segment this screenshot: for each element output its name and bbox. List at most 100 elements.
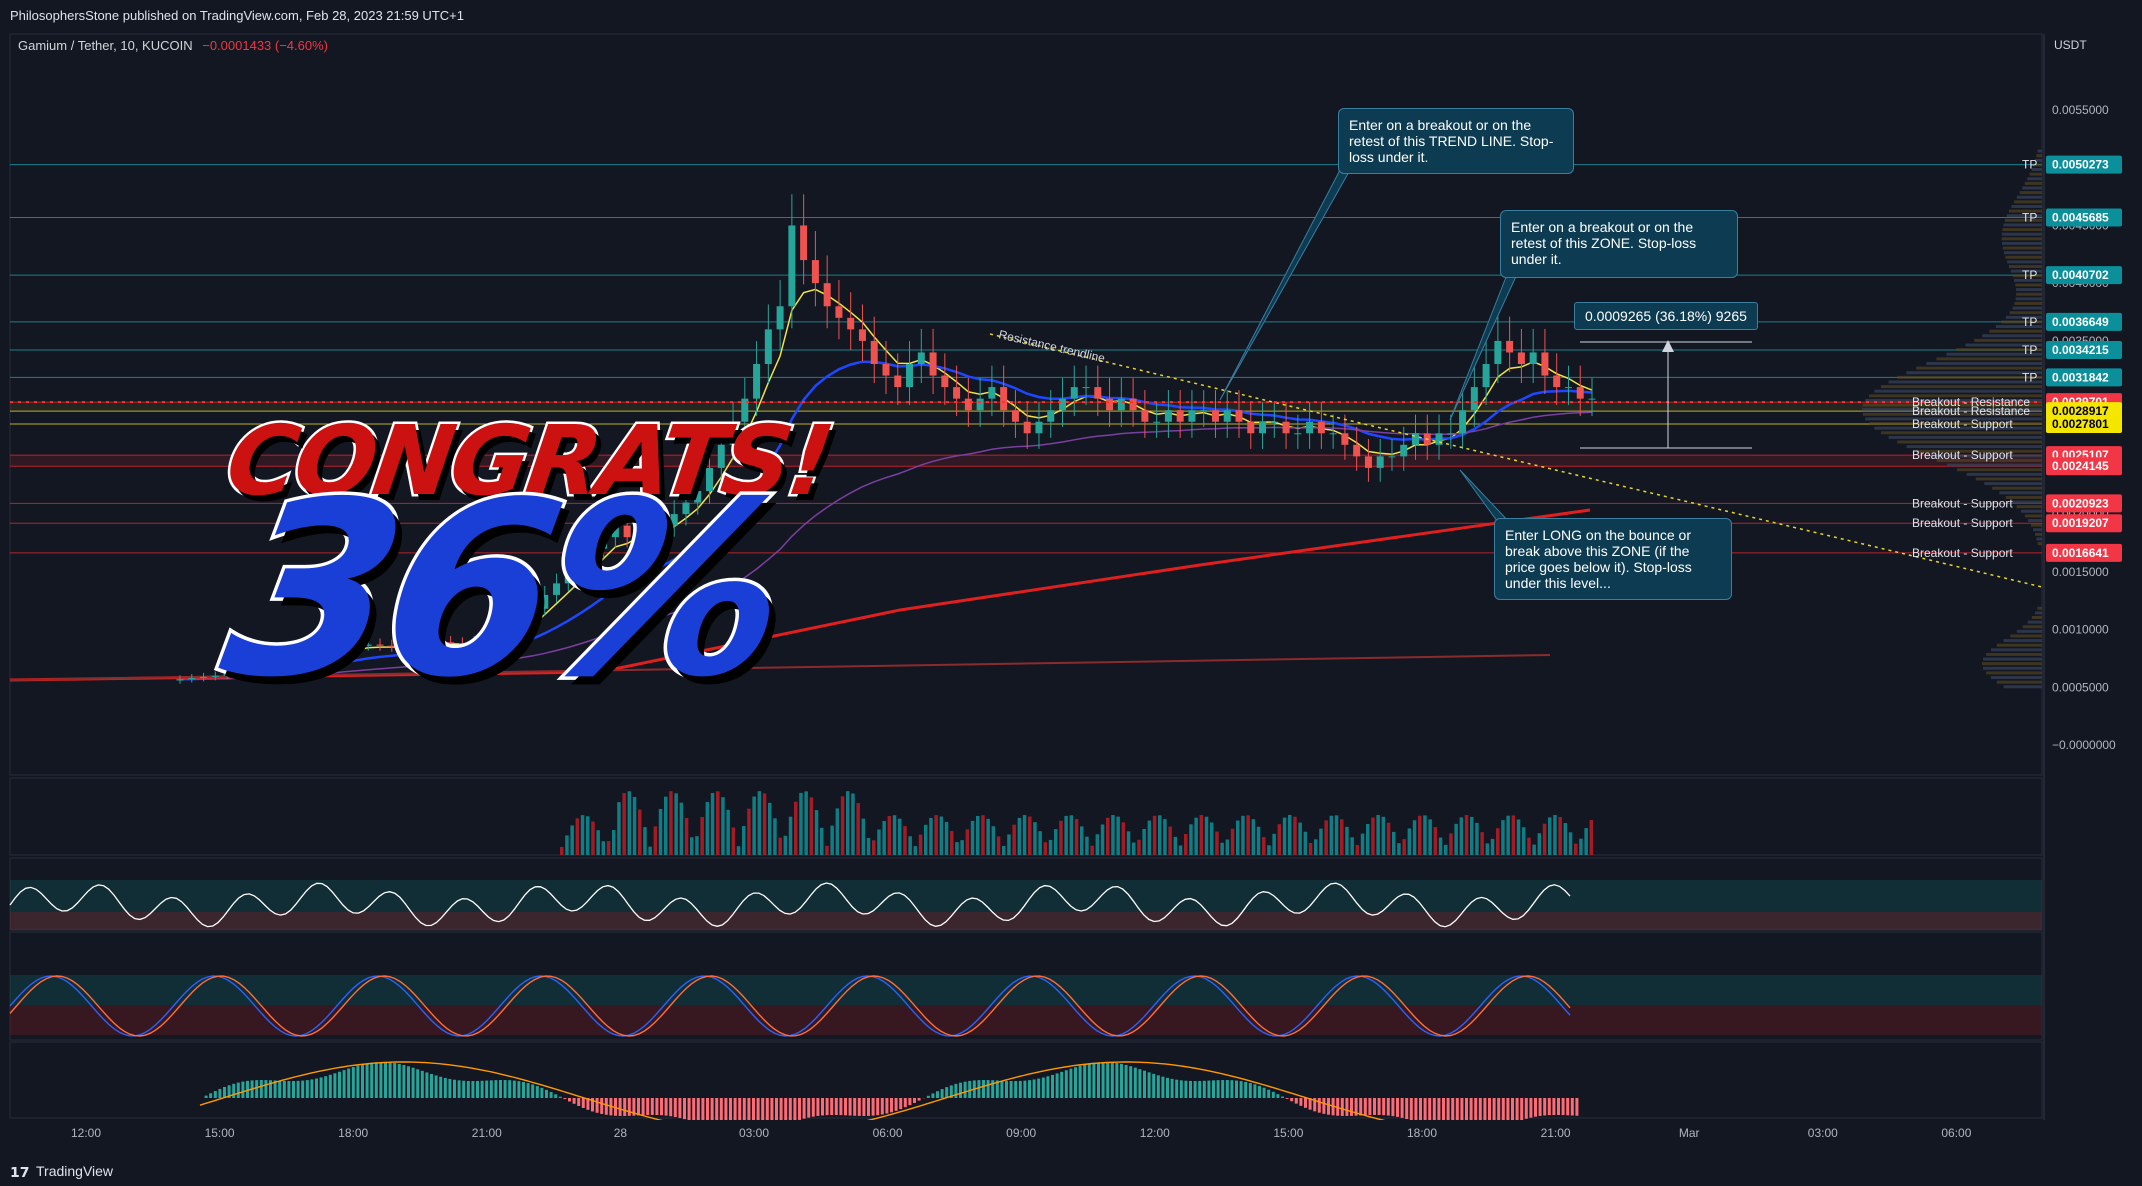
volume-bar <box>1184 834 1188 855</box>
volume-bar <box>580 815 585 855</box>
macd-histogram <box>940 1089 944 1098</box>
volume-bar <box>1132 842 1136 855</box>
macd-histogram <box>986 1080 990 1098</box>
measure-label[interactable]: 0.0009265 (36.18%) 9265 <box>1574 302 1758 330</box>
macd-histogram <box>793 1098 797 1122</box>
candle-body <box>1270 421 1278 423</box>
level-tag: TP <box>2022 370 2037 384</box>
macd-histogram <box>678 1098 682 1118</box>
volume-bar <box>1085 836 1089 855</box>
macd-histogram <box>1414 1098 1418 1122</box>
volume-bar <box>1017 817 1022 855</box>
macd-histogram <box>1055 1073 1059 1098</box>
macd-histogram <box>287 1081 291 1098</box>
volume-bar <box>1568 832 1573 855</box>
macd-histogram <box>1161 1076 1165 1098</box>
macd-histogram <box>1143 1070 1146 1098</box>
candle-body <box>1376 456 1384 468</box>
volume-bar <box>653 826 658 855</box>
profile-bar <box>1888 435 2042 439</box>
macd-histogram <box>411 1067 415 1098</box>
profile-bar <box>2011 204 2042 208</box>
macd-histogram <box>1299 1098 1303 1106</box>
candle-body <box>1023 421 1031 434</box>
profile-bar <box>1996 643 2042 647</box>
volume-bar <box>1267 845 1271 855</box>
macd-histogram <box>388 1062 392 1098</box>
profile-bar <box>2030 523 2042 527</box>
volume-bar <box>960 840 964 855</box>
volume-bar <box>1288 815 1292 855</box>
candle-body <box>858 329 866 341</box>
volume-bar <box>1537 833 1542 855</box>
volume-bar <box>1236 820 1240 855</box>
volume-bar <box>1230 828 1235 855</box>
volume-bar <box>1033 822 1037 855</box>
macd-histogram <box>802 1098 806 1119</box>
macd-histogram <box>365 1063 369 1098</box>
macd-histogram <box>1230 1080 1234 1098</box>
level-tag: TP <box>2022 158 2037 172</box>
volume-bar <box>1126 831 1131 855</box>
profile-bar <box>1984 482 2042 486</box>
macd-histogram <box>1000 1080 1004 1098</box>
time-tick: 03:00 <box>739 1126 769 1140</box>
candle-body <box>847 317 855 330</box>
profile-bar <box>2027 177 2042 181</box>
volume-bar <box>1100 824 1105 855</box>
candle-body <box>1306 421 1314 434</box>
candle-body <box>1164 410 1172 422</box>
volume-bar <box>627 791 632 855</box>
volume-bar <box>575 818 580 855</box>
volume-bar <box>1397 843 1401 855</box>
symbol-legend[interactable]: Gamium / Tether, 10, KUCOIN −0.0001433 (… <box>18 38 328 53</box>
macd-histogram <box>1294 1098 1298 1104</box>
macd-histogram <box>255 1080 259 1098</box>
macd-histogram <box>1520 1098 1524 1121</box>
volume-bar <box>1059 820 1063 855</box>
profile-bar <box>2037 606 2042 610</box>
macd-histogram <box>402 1065 406 1098</box>
macd-histogram <box>857 1098 861 1116</box>
macd-histogram <box>1534 1098 1537 1117</box>
volume-bar <box>1402 839 1406 855</box>
profile-bar <box>1989 329 2042 333</box>
volume-bar <box>1542 823 1547 855</box>
macd-histogram <box>517 1081 521 1098</box>
macd-histogram <box>476 1080 479 1098</box>
rsi-band-bottom <box>10 912 2042 930</box>
volume-bar <box>747 808 751 855</box>
time-tick: 09:00 <box>1006 1126 1036 1140</box>
time-axis[interactable]: 12:00 15:00 18:00 21:00 28 03:00 06:00 09:00 12:… <box>0 1120 2142 1154</box>
macd-histogram <box>1005 1080 1008 1098</box>
macd-histogram <box>1368 1098 1372 1116</box>
candle-body <box>870 340 878 364</box>
volume-bar <box>1158 815 1162 855</box>
macd-histogram <box>1060 1071 1064 1098</box>
candle-body <box>1353 444 1361 457</box>
macd-histogram <box>1419 1098 1422 1124</box>
volume-bar <box>1428 819 1432 855</box>
volume-bar <box>1324 820 1328 855</box>
volume-bar <box>1204 816 1209 855</box>
time-tick: 15:00 <box>1273 1126 1303 1140</box>
volume-bar <box>638 809 642 855</box>
macd-histogram <box>1189 1080 1192 1098</box>
percent-text: 36% <box>204 447 805 734</box>
callout-zone[interactable]: Enter on a breakout or on the retest of … <box>1500 210 1738 278</box>
profile-bar <box>2034 532 2042 536</box>
volume-bar <box>1314 839 1318 855</box>
macd-histogram <box>1235 1080 1238 1098</box>
volume-bar <box>1054 829 1058 855</box>
volume-bar <box>1412 820 1417 855</box>
volume-bar <box>835 808 840 855</box>
macd-histogram <box>384 1062 387 1098</box>
volume-bar <box>778 837 782 855</box>
callout-long[interactable]: Enter LONG on the bounce or break above … <box>1494 518 1732 600</box>
profile-bar <box>1999 491 2042 495</box>
volume-bar <box>679 802 684 855</box>
volume-bar <box>664 796 668 855</box>
volume-bar <box>612 830 616 855</box>
macd-histogram <box>1221 1080 1225 1098</box>
callout-trendline[interactable]: Enter on a breakout or on the retest of … <box>1338 108 1574 174</box>
